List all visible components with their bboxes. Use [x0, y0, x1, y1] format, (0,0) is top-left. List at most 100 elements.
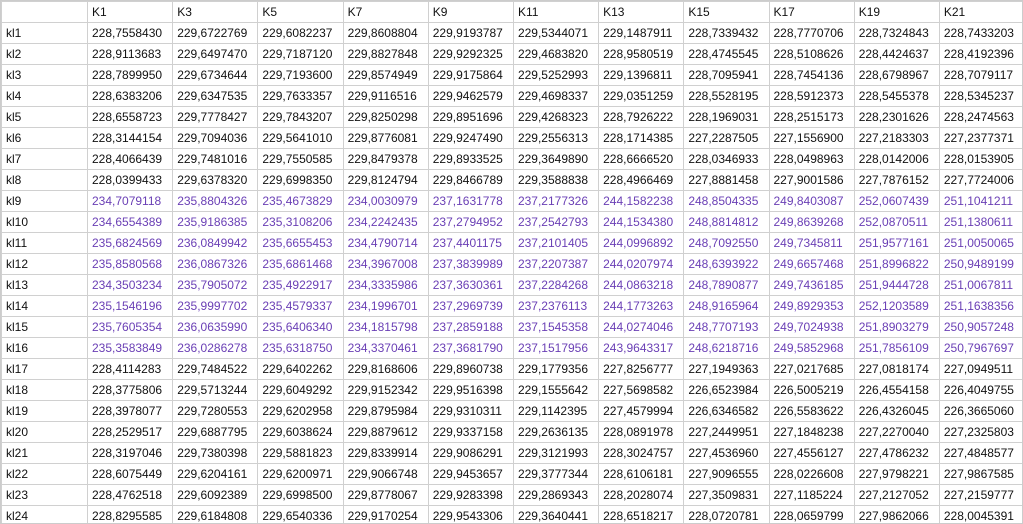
data-cell[interactable]: 226,4326045: [854, 401, 939, 422]
data-cell[interactable]: 227,2325803: [939, 422, 1023, 443]
row-header[interactable]: kl12: [2, 254, 88, 275]
data-cell[interactable]: 228,7433203: [939, 23, 1023, 44]
data-cell[interactable]: 229,5344071: [513, 23, 598, 44]
data-cell[interactable]: 229,9292325: [428, 44, 513, 65]
data-cell[interactable]: 228,7454136: [769, 65, 854, 86]
row-header[interactable]: kl1: [2, 23, 88, 44]
data-cell[interactable]: 227,1848238: [769, 422, 854, 443]
data-cell[interactable]: 227,1949363: [684, 359, 769, 380]
data-cell[interactable]: 229,8250298: [343, 107, 428, 128]
data-cell[interactable]: 234,1815798: [343, 317, 428, 338]
data-cell[interactable]: 229,7193600: [258, 65, 343, 86]
data-cell[interactable]: 229,8776081: [343, 128, 428, 149]
data-cell[interactable]: 227,2287505: [684, 128, 769, 149]
data-cell[interactable]: 234,1996701: [343, 296, 428, 317]
data-cell[interactable]: 227,8256777: [599, 359, 684, 380]
data-cell[interactable]: 237,2207387: [513, 254, 598, 275]
data-cell[interactable]: 236,0849942: [173, 233, 258, 254]
data-cell[interactable]: 228,0153905: [939, 149, 1023, 170]
data-cell[interactable]: 234,0030979: [343, 191, 428, 212]
row-header[interactable]: kl24: [2, 506, 88, 524]
data-cell[interactable]: 229,6497470: [173, 44, 258, 65]
data-cell[interactable]: 227,2159777: [939, 485, 1023, 506]
data-cell[interactable]: 249,7345811: [769, 233, 854, 254]
data-cell[interactable]: 229,0351259: [599, 86, 684, 107]
data-cell[interactable]: 229,9170254: [343, 506, 428, 524]
data-cell[interactable]: 250,9057248: [939, 317, 1023, 338]
row-header[interactable]: kl8: [2, 170, 88, 191]
data-cell[interactable]: 228,6518217: [599, 506, 684, 524]
data-cell[interactable]: 228,5455378: [854, 86, 939, 107]
data-cell[interactable]: 227,4536960: [684, 443, 769, 464]
data-cell[interactable]: 229,7380398: [173, 443, 258, 464]
data-cell[interactable]: 229,8879612: [343, 422, 428, 443]
data-cell[interactable]: 229,6540336: [258, 506, 343, 524]
data-cell[interactable]: 227,0217685: [769, 359, 854, 380]
data-cell[interactable]: 237,2177326: [513, 191, 598, 212]
data-cell[interactable]: 228,5108626: [769, 44, 854, 65]
data-cell[interactable]: 228,2529517: [88, 422, 173, 443]
data-cell[interactable]: 228,0045391: [939, 506, 1023, 524]
col-header[interactable]: K9: [428, 2, 513, 23]
row-header[interactable]: kl20: [2, 422, 88, 443]
data-cell[interactable]: 229,7280553: [173, 401, 258, 422]
data-cell[interactable]: 227,9096555: [684, 464, 769, 485]
data-cell[interactable]: 237,2969739: [428, 296, 513, 317]
data-cell[interactable]: 229,4698337: [513, 86, 598, 107]
data-cell[interactable]: 226,5583622: [769, 401, 854, 422]
data-cell[interactable]: 228,0399433: [88, 170, 173, 191]
data-cell[interactable]: 227,3509831: [684, 485, 769, 506]
data-cell[interactable]: 227,7876152: [854, 170, 939, 191]
row-header[interactable]: kl4: [2, 86, 88, 107]
data-cell[interactable]: 229,9543306: [428, 506, 513, 524]
row-header[interactable]: kl15: [2, 317, 88, 338]
data-cell[interactable]: 235,4922917: [258, 275, 343, 296]
data-cell[interactable]: 228,5528195: [684, 86, 769, 107]
data-cell[interactable]: 228,5912373: [769, 86, 854, 107]
data-cell[interactable]: 234,6554389: [88, 212, 173, 233]
data-cell[interactable]: 228,4066439: [88, 149, 173, 170]
data-cell[interactable]: 229,2869343: [513, 485, 598, 506]
data-cell[interactable]: 251,0050065: [939, 233, 1023, 254]
data-cell[interactable]: 235,6655453: [258, 233, 343, 254]
data-cell[interactable]: 226,4554158: [854, 380, 939, 401]
data-cell[interactable]: 243,9643317: [599, 338, 684, 359]
data-cell[interactable]: 235,6406340: [258, 317, 343, 338]
data-cell[interactable]: 228,5345237: [939, 86, 1023, 107]
data-cell[interactable]: 229,5252993: [513, 65, 598, 86]
data-cell[interactable]: 228,7339432: [684, 23, 769, 44]
data-cell[interactable]: 229,7187120: [258, 44, 343, 65]
row-header[interactable]: kl16: [2, 338, 88, 359]
data-cell[interactable]: 235,1546196: [88, 296, 173, 317]
row-header[interactable]: kl3: [2, 65, 88, 86]
data-cell[interactable]: 229,1142395: [513, 401, 598, 422]
data-cell[interactable]: 237,2101405: [513, 233, 598, 254]
data-cell[interactable]: 229,7484522: [173, 359, 258, 380]
data-cell[interactable]: 248,6218716: [684, 338, 769, 359]
data-cell[interactable]: 229,7550585: [258, 149, 343, 170]
col-header[interactable]: K19: [854, 2, 939, 23]
data-cell[interactable]: 235,9186385: [173, 212, 258, 233]
data-cell[interactable]: 229,8124794: [343, 170, 428, 191]
data-cell[interactable]: 229,3121993: [513, 443, 598, 464]
data-cell[interactable]: 235,7605354: [88, 317, 173, 338]
data-cell[interactable]: 229,7633357: [258, 86, 343, 107]
data-cell[interactable]: 229,7778427: [173, 107, 258, 128]
data-cell[interactable]: 251,0067811: [939, 275, 1023, 296]
data-cell[interactable]: 244,0996892: [599, 233, 684, 254]
data-cell[interactable]: 229,5641010: [258, 128, 343, 149]
data-cell[interactable]: 237,1545358: [513, 317, 598, 338]
data-cell[interactable]: 251,8903279: [854, 317, 939, 338]
data-cell[interactable]: 228,0142006: [854, 149, 939, 170]
data-cell[interactable]: 228,3144154: [88, 128, 173, 149]
row-header[interactable]: kl10: [2, 212, 88, 233]
data-cell[interactable]: 249,8639268: [769, 212, 854, 233]
col-header[interactable]: K5: [258, 2, 343, 23]
data-cell[interactable]: 229,8778067: [343, 485, 428, 506]
data-cell[interactable]: 229,6722769: [173, 23, 258, 44]
data-cell[interactable]: 229,8795984: [343, 401, 428, 422]
data-cell[interactable]: 229,9152342: [343, 380, 428, 401]
data-cell[interactable]: 229,8951696: [428, 107, 513, 128]
data-cell[interactable]: 237,3630361: [428, 275, 513, 296]
row-header[interactable]: kl23: [2, 485, 88, 506]
